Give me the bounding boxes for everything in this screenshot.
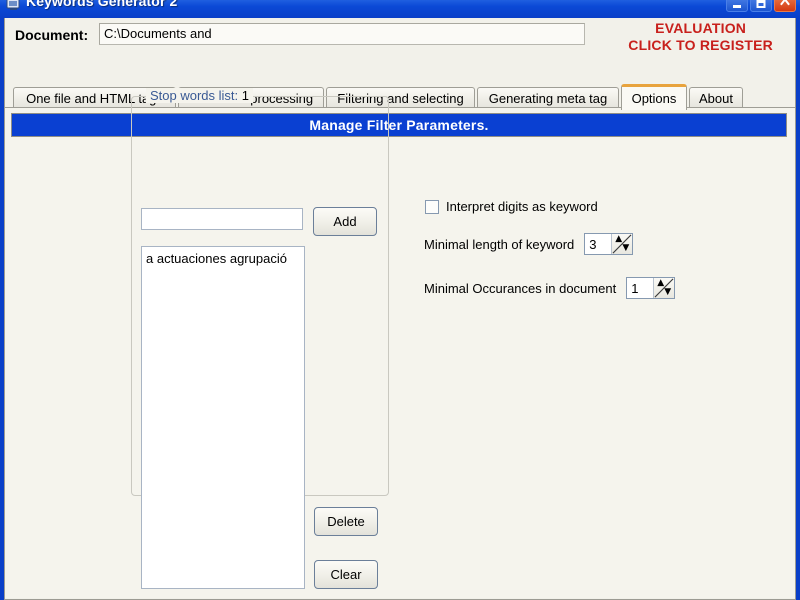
window-title: Keywords Generator 2 bbox=[26, 0, 178, 9]
add-button[interactable]: Add bbox=[313, 207, 377, 236]
tab-generating-meta-tag[interactable]: Generating meta tag bbox=[477, 87, 619, 108]
maximize-button[interactable] bbox=[750, 0, 772, 12]
interpret-digits-checkbox[interactable] bbox=[425, 199, 439, 214]
clear-button[interactable]: Clear bbox=[314, 560, 378, 589]
minimal-length-row: Minimal length of keyword 3 ▲ ▼ bbox=[424, 233, 634, 255]
options-panel: Manage Filter Parameters. bbox=[5, 107, 795, 598]
close-button[interactable] bbox=[774, 0, 796, 12]
document-path-value: C:\Documents and bbox=[104, 26, 212, 41]
minimal-occurances-spin-buttons[interactable]: ▲ ▼ bbox=[653, 278, 675, 298]
stop-words-legend: Stop words list: 1 bbox=[146, 88, 254, 103]
minimal-length-label: Minimal length of keyword bbox=[424, 236, 575, 252]
spinner-down-icon[interactable]: ▼ bbox=[622, 244, 629, 253]
window-body: Document: C:\Documents and EVALUATION CL… bbox=[4, 18, 796, 600]
minimal-occurances-row: Minimal Occurances in document 1 ▲ ▼ bbox=[424, 277, 676, 299]
interpret-digits-row[interactable]: Interpret digits as keyword bbox=[425, 199, 598, 214]
window-controls bbox=[726, 0, 796, 12]
document-path-input[interactable]: C:\Documents and bbox=[99, 23, 585, 45]
evaluation-line-2: CLICK TO REGISTER bbox=[628, 37, 773, 53]
stop-words-count: 1 bbox=[241, 88, 250, 103]
minimal-length-spin-buttons[interactable]: ▲ ▼ bbox=[611, 234, 633, 254]
stop-words-legend-text: Stop words list: bbox=[150, 88, 239, 103]
document-label: Document: bbox=[15, 27, 89, 43]
spinner-up-icon[interactable]: ▲ bbox=[615, 235, 622, 244]
app-window-icon bbox=[6, 0, 21, 11]
stop-words-listbox[interactable]: a actuaciones agrupació bbox=[141, 246, 305, 589]
minimize-button[interactable] bbox=[726, 0, 748, 12]
panel-banner: Manage Filter Parameters. bbox=[11, 113, 787, 137]
interpret-digits-label: Interpret digits as keyword bbox=[446, 199, 598, 214]
evaluation-line-1: EVALUATION bbox=[655, 20, 747, 36]
spinner-down-icon[interactable]: ▼ bbox=[664, 288, 671, 297]
stop-word-input[interactable] bbox=[141, 208, 303, 230]
delete-button[interactable]: Delete bbox=[314, 507, 378, 536]
list-item[interactable]: a actuaciones agrupació bbox=[146, 251, 287, 266]
evaluation-notice[interactable]: EVALUATION CLICK TO REGISTER bbox=[628, 20, 773, 54]
tab-strip: One file and HTML tags Mass files proces… bbox=[5, 84, 795, 110]
document-bar: Document: C:\Documents and EVALUATION CL… bbox=[5, 18, 795, 58]
minimal-length-value[interactable]: 3 bbox=[585, 234, 611, 254]
spinner-up-icon[interactable]: ▲ bbox=[657, 279, 664, 288]
minimal-length-stepper[interactable]: 3 ▲ ▼ bbox=[584, 233, 634, 255]
application-window: Keywords Generator 2 Document: C:\Docume… bbox=[0, 0, 800, 600]
minimal-occurances-value[interactable]: 1 bbox=[627, 278, 653, 298]
title-bar[interactable]: Keywords Generator 2 bbox=[0, 0, 800, 18]
minimal-occurances-label: Minimal Occurances in document bbox=[424, 280, 617, 296]
tab-options[interactable]: Options bbox=[621, 84, 687, 110]
minimal-occurances-stepper[interactable]: 1 ▲ ▼ bbox=[626, 277, 676, 299]
tab-about[interactable]: About bbox=[689, 87, 743, 108]
